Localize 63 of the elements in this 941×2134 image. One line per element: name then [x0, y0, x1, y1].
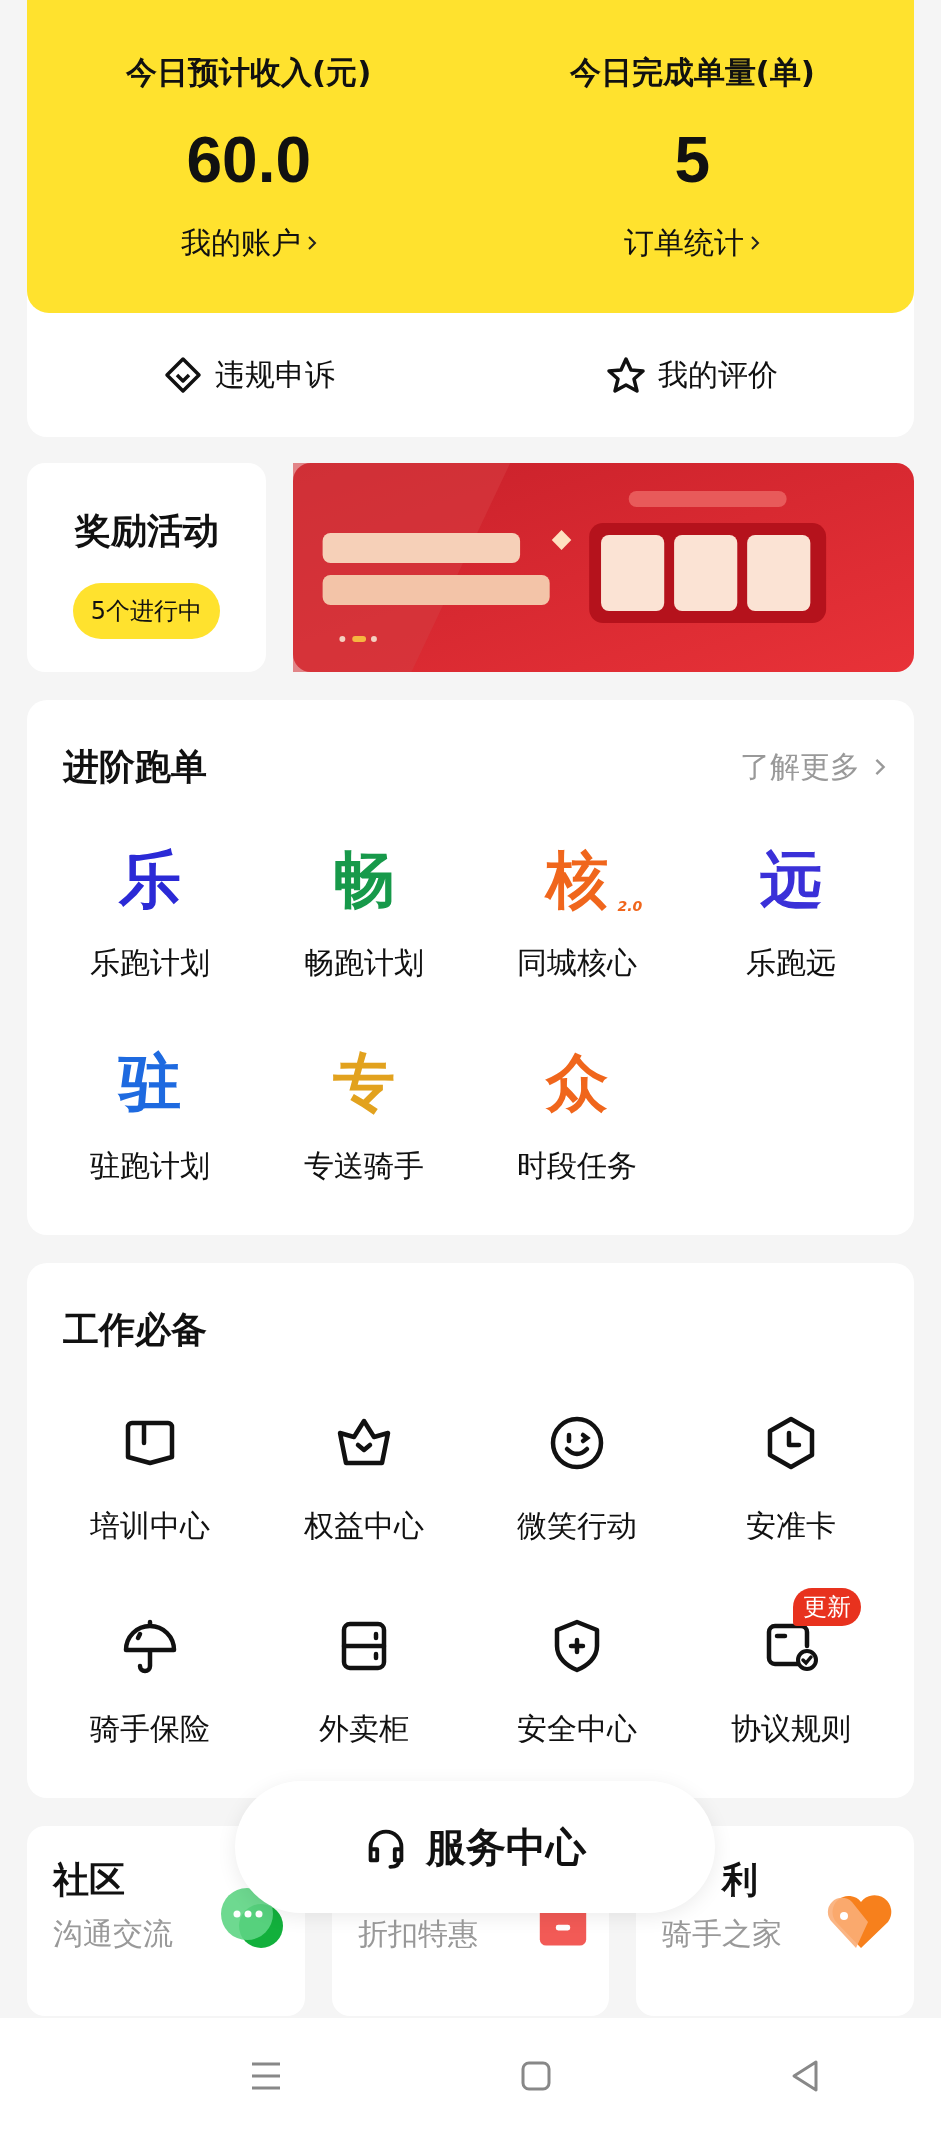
chevron-icon: [750, 235, 761, 251]
item-label: 驻跑计划: [89, 1147, 210, 1185]
program-glyph: 核: [546, 844, 609, 916]
item-label: 乐跑远: [746, 944, 837, 982]
stat-label: 今日完成单量(单): [569, 53, 815, 92]
chevron-icon: [874, 757, 886, 777]
item-label: 协议规则: [731, 1710, 852, 1748]
card-subtitle: 骑手之家: [662, 1915, 783, 1953]
tool-item[interactable]: 培训中心: [43, 1379, 257, 1546]
item-label: 乐跑计划: [89, 944, 210, 982]
star-icon: [606, 355, 647, 395]
card-subtitle: 沟通交流: [53, 1915, 173, 1953]
item-label: 专送骑手: [303, 1147, 424, 1185]
section-title: 工作必备: [63, 1307, 207, 1352]
item-label: 同城核心: [517, 944, 638, 982]
stat-link[interactable]: 订单统计: [624, 221, 761, 265]
feature-card[interactable]: 社区 沟通交流: [27, 1826, 305, 2016]
tool-item[interactable]: 权益中心: [256, 1379, 471, 1546]
program-item[interactable]: 远 乐跑远: [684, 816, 898, 983]
program-glyph: 专: [332, 1047, 395, 1119]
card-subtitle: 折扣特惠: [357, 1915, 478, 1953]
chevron-icon: [306, 235, 317, 251]
item-label: 微笑行动: [517, 1507, 638, 1545]
item-label: 培训中心: [89, 1507, 210, 1545]
service-center-floating-menu[interactable]: 服务中心: [235, 1781, 715, 1913]
reward-card[interactable]: 奖励活动 5个进行中: [27, 463, 266, 672]
tool-item[interactable]: 更新 协议规则: [684, 1582, 898, 1749]
program-glyph: 乐: [118, 844, 181, 916]
program-glyph: 驻: [118, 1047, 181, 1119]
stat-value: 60.0: [186, 123, 312, 198]
action-button[interactable]: 违规申诉: [27, 313, 471, 437]
item-label: 骑手保险: [89, 1710, 210, 1748]
tool-item[interactable]: 微笑行动: [470, 1379, 685, 1546]
program-glyph: 畅: [332, 844, 395, 916]
stat-label: 今日预计收入(元): [126, 53, 372, 92]
update-badge: 更新: [793, 1588, 862, 1626]
stat-value: 5: [674, 123, 711, 198]
card-title: 利: [720, 1858, 760, 1902]
section-title: 进阶跑单: [63, 744, 207, 789]
tool-item[interactable]: 安准卡: [684, 1379, 898, 1546]
item-label: 畅跑计划: [303, 944, 424, 982]
program-item[interactable]: 专 专送骑手: [256, 1019, 471, 1186]
diamond-icon: [162, 355, 203, 395]
activity-count-badge: 5个进行中: [72, 583, 221, 639]
tool-item[interactable]: 外卖柜: [256, 1582, 471, 1749]
item-label: 时段任务: [517, 1147, 638, 1185]
program-item[interactable]: 畅 畅跑计划: [256, 816, 471, 983]
program-item[interactable]: 驻 驻跑计划: [43, 1019, 257, 1186]
version-label: 2.0: [617, 898, 643, 914]
stat-link[interactable]: 我的账户: [180, 221, 317, 265]
item-label: 安全中心: [517, 1710, 638, 1748]
item-label: 外卖柜: [318, 1710, 409, 1748]
program-item[interactable]: 乐 乐跑计划: [43, 816, 257, 983]
action-button[interactable]: 我的评价: [470, 313, 914, 437]
item-label: 权益中心: [303, 1507, 424, 1545]
program-glyph: 远: [760, 844, 823, 916]
tool-item[interactable]: 安全中心: [470, 1582, 685, 1749]
card-title: 社区: [53, 1858, 126, 1902]
program-glyph: 众: [546, 1047, 609, 1119]
program-item[interactable]: 众 时段任务: [470, 1019, 685, 1186]
item-label: 安准卡: [746, 1507, 837, 1545]
tool-item[interactable]: 骑手保险: [43, 1582, 257, 1749]
reward-title: 奖励活动: [74, 509, 219, 553]
